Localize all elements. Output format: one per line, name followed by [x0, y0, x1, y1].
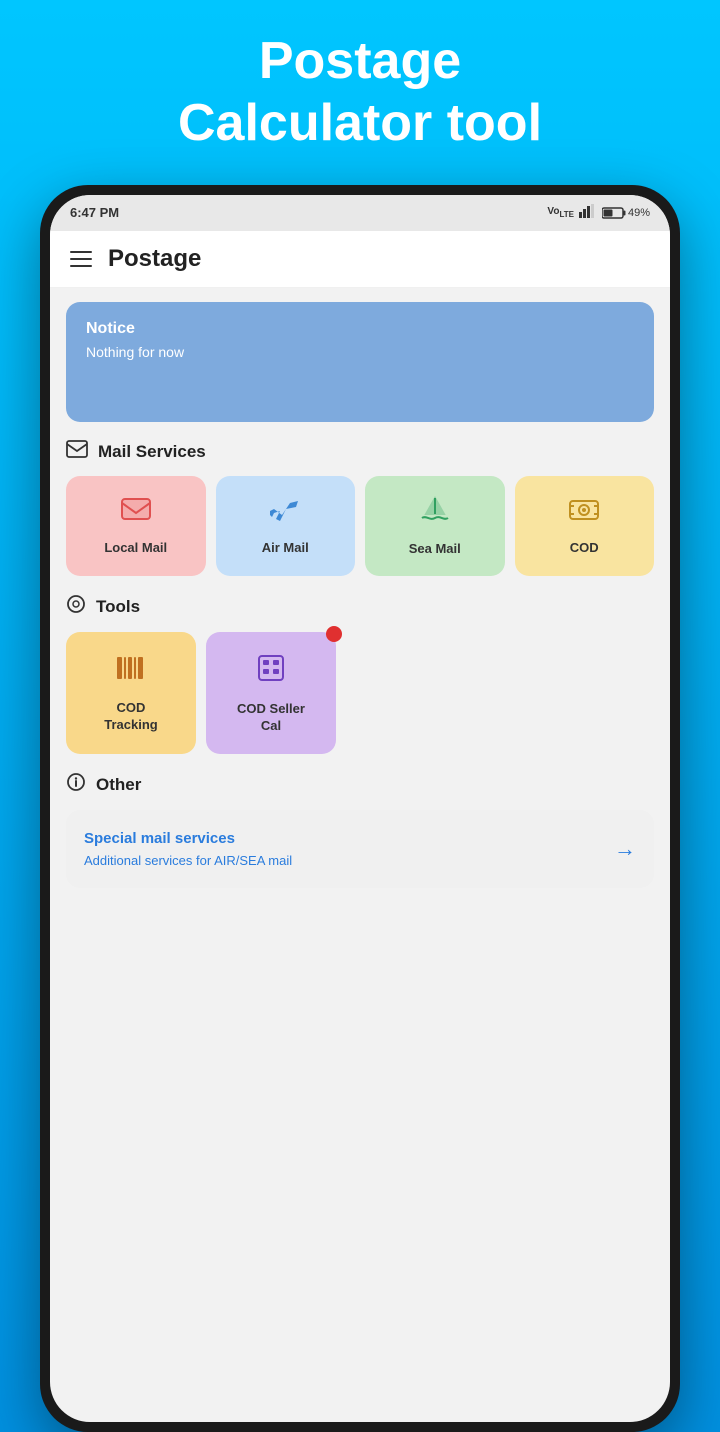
cod-seller-icon: [255, 652, 287, 691]
other-header: Other: [66, 772, 654, 798]
status-icons: VoLTE 49%: [547, 204, 650, 221]
sea-mail-label: Sea Mail: [409, 541, 461, 558]
notice-title: Notice: [86, 320, 634, 338]
status-bar: 6:47 PM VoLTE: [50, 195, 670, 231]
cod-seller-label: COD Seller Cal: [237, 701, 305, 735]
hamburger-menu-button[interactable]: [70, 251, 92, 267]
special-mail-card[interactable]: Special mail services Additional service…: [66, 810, 654, 888]
sea-mail-card[interactable]: Sea Mail: [365, 476, 505, 576]
battery-pct: 49%: [628, 207, 650, 219]
tools-header: Tools: [66, 594, 654, 620]
special-mail-info: Special mail services Additional service…: [84, 830, 292, 868]
tools-section-icon: [66, 594, 86, 620]
cod-tracking-icon: [114, 653, 148, 690]
cod-card[interactable]: COD: [515, 476, 655, 576]
hero-title: Postage Calculator tool: [138, 30, 582, 155]
phone-frame: 6:47 PM VoLTE: [40, 185, 680, 1432]
arrow-right-icon: →: [614, 836, 636, 862]
other-label: Other: [96, 775, 141, 795]
special-mail-title: Special mail services: [84, 830, 292, 847]
cod-seller-card[interactable]: COD Seller Cal: [206, 632, 336, 755]
top-bar: Postage: [50, 231, 670, 288]
app-title: Postage: [108, 245, 201, 273]
local-mail-card[interactable]: Local Mail: [66, 476, 206, 576]
sea-mail-icon: [418, 494, 452, 531]
cod-label: COD: [570, 540, 599, 557]
air-mail-label: Air Mail: [262, 540, 309, 557]
cod-icon: [567, 495, 601, 530]
cod-tracking-label: COD Tracking: [104, 700, 157, 734]
status-time: 6:47 PM: [70, 205, 119, 220]
notification-dot: [326, 626, 342, 642]
mail-section-icon: [66, 440, 88, 464]
cod-tracking-card[interactable]: COD Tracking: [66, 632, 196, 755]
tools-grid: COD Tracking: [66, 632, 654, 755]
phone-screen: 6:47 PM VoLTE: [50, 195, 670, 1422]
mail-services-header: Mail Services: [66, 440, 654, 464]
other-section-icon: [66, 772, 86, 798]
mail-services-label: Mail Services: [98, 442, 206, 462]
tools-label: Tools: [96, 597, 140, 617]
air-mail-card[interactable]: Air Mail: [216, 476, 356, 576]
main-content: Notice Nothing for now Mail Services: [50, 288, 670, 1422]
local-mail-icon: [120, 495, 152, 530]
signal-icon: [579, 204, 597, 221]
cod-seller-wrapper: COD Seller Cal: [206, 632, 336, 755]
notice-card: Notice Nothing for now: [66, 302, 654, 422]
notice-body: Nothing for now: [86, 344, 634, 360]
battery-icon: 49%: [602, 207, 650, 219]
network-icon: VoLTE: [547, 206, 574, 219]
local-mail-label: Local Mail: [104, 540, 167, 557]
air-mail-icon: [268, 495, 302, 530]
special-mail-subtitle: Additional services for AIR/SEA mail: [84, 853, 292, 868]
mail-services-grid: Local Mail Air Mail: [66, 476, 654, 576]
